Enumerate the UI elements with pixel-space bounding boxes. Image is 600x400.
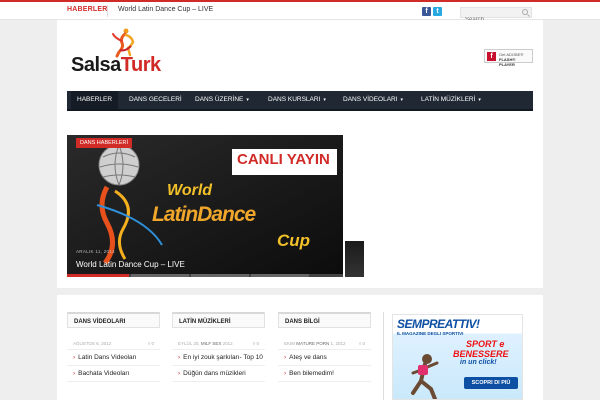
runner-icon: [411, 354, 439, 399]
comment-count[interactable]: ◊ 0: [359, 338, 365, 350]
slider-shadow: [345, 241, 364, 277]
chevron-down-icon: ▾: [323, 97, 326, 103]
post-meta-tag[interactable]: MATURE PORN: [296, 341, 329, 346]
slider-pagination: [67, 274, 343, 277]
post-date-year: 2012: [222, 341, 233, 346]
column-dans-videolari: DANS VİDEOLARI AĞUSTOS 6, 2012 ◊ 0 › Lati…: [67, 312, 160, 382]
main-nav: HABERLER DANS GECELERİ DANS ÜZERİNE ▾ DAN…: [67, 91, 533, 111]
post-meta: AĞUSTOS 6, 2012 ◊ 0: [67, 338, 160, 350]
wldc-logo-word-cup: Cup: [277, 231, 311, 250]
nav-item-latin-muzikleri[interactable]: LATİN MÜZİKLERİ ▾: [415, 91, 487, 109]
sidebar-advertisement[interactable]: SEMPREATTIV! IL MAGAZINE DEGLI SPORTIVI …: [392, 314, 523, 400]
list-item[interactable]: › Latin Dans Videoları: [67, 350, 160, 366]
nav-item-dans-videolari[interactable]: DANS VİDEOLARI ▾: [337, 91, 409, 109]
ad-cta-button[interactable]: SCOPRI DI PIÙ: [464, 377, 518, 389]
ad-brand: SEMPREATTIV!: [397, 317, 480, 331]
list-item[interactable]: › Bachata Videoları: [67, 366, 160, 382]
arrow-right-icon: ›: [73, 354, 76, 361]
top-bar: HABERLER World Latin Dance Cup – LIVE f …: [0, 0, 600, 25]
nav-item-dans-geceleri[interactable]: DANS GECELERİ: [123, 91, 188, 109]
search-icon[interactable]: [522, 9, 528, 15]
wldc-logo-word-world: World: [167, 182, 213, 199]
live-banner-text: CANLI YAYIN: [237, 151, 330, 168]
logo-word-salsa: Salsa: [71, 54, 121, 76]
list-item[interactable]: › En iyi zouk şarkıları- Top 10: [172, 350, 265, 366]
arrow-right-icon: ›: [284, 370, 287, 377]
flash-icon: f: [487, 52, 496, 61]
news-ticker-link[interactable]: World Latin Dance Cup – LIVE: [118, 6, 213, 13]
category-columns-section: DANS VİDEOLARI AĞUSTOS 6, 2012 ◊ 0 › Lati…: [57, 295, 543, 400]
nav-item-dans-uzerine[interactable]: DANS ÜZERİNE ▾: [189, 91, 255, 109]
post-meta: EKIM MATURE PORN 1, 2012 ◊ 0: [278, 338, 371, 350]
search-box: [460, 7, 532, 25]
post-date: EKIM: [284, 341, 296, 346]
post-date: EYLÜL 20,: [178, 341, 200, 346]
chevron-down-icon: ▾: [246, 97, 249, 103]
news-ticker-label: HABERLER: [67, 6, 108, 13]
featured-section: DANS HABERLERİ CANLI YAYIN World LatinDa…: [57, 123, 543, 288]
facebook-icon[interactable]: f: [422, 7, 431, 16]
slider-dot-active[interactable]: [67, 274, 129, 277]
flash-player-badge[interactable]: f Get ADOBE® FLASH® PLAYER: [484, 49, 533, 67]
wldc-logo-word-latindance: LatinDance: [152, 203, 256, 226]
post-meta: EYLÜL 20, MILF SEX 2012 ◊ 0: [172, 338, 265, 350]
nav-item-haberler[interactable]: HABERLER: [71, 91, 119, 109]
twitter-icon[interactable]: t: [433, 7, 442, 16]
nav-item-dans-kurslari[interactable]: DANS KURSLARI ▾: [262, 91, 332, 109]
chevron-down-icon: ▾: [478, 97, 481, 103]
ticker-divider: [107, 5, 108, 17]
ad-line2: BENESSERE: [453, 349, 509, 359]
slider-dot[interactable]: [131, 274, 189, 277]
column-latin-muzikleri: LATİN MÜZİKLERİ EYLÜL 20, MILF SEX 2012 …: [172, 312, 265, 382]
post-meta-tag[interactable]: MILF SEX: [201, 341, 222, 346]
column-heading[interactable]: DANS VİDEOLARI: [67, 312, 160, 328]
slide-title-link[interactable]: World Latin Dance Cup – LIVE: [76, 260, 185, 269]
ad-subtitle: IL MAGAZINE DEGLI SPORTIVI: [397, 331, 464, 336]
slider-dot[interactable]: [251, 274, 309, 277]
post-date-year: 1, 2012: [330, 341, 346, 346]
logo-word-turk: Turk: [120, 54, 161, 76]
arrow-right-icon: ›: [178, 354, 181, 361]
slider-dot[interactable]: [191, 274, 249, 277]
column-heading[interactable]: LATİN MÜZİKLERİ: [172, 312, 265, 328]
category-badge[interactable]: DANS HABERLERİ: [76, 138, 132, 148]
list-item[interactable]: › Ben bilemedim!: [278, 366, 371, 382]
slide-date: ARALIK 11, 2014: [76, 249, 115, 254]
ad-line3: in un click!: [460, 359, 497, 366]
chevron-down-icon: ▾: [400, 97, 404, 103]
comment-count[interactable]: ◊ 0: [148, 338, 154, 350]
featured-slider[interactable]: DANS HABERLERİ CANLI YAYIN World LatinDa…: [67, 135, 343, 277]
arrow-right-icon: ›: [284, 354, 287, 361]
arrow-right-icon: ›: [73, 370, 76, 377]
list-item[interactable]: › Düğün dans müzikleri: [172, 366, 265, 382]
sidebar-divider: [383, 312, 384, 400]
ad-line1: SPORT e: [466, 339, 505, 349]
column-dans-bilgi: DANS BİLGİ EKIM MATURE PORN 1, 2012 ◊ 0 …: [278, 312, 371, 382]
list-item[interactable]: › Ateş ve dans: [278, 350, 371, 366]
comment-count[interactable]: ◊ 0: [253, 338, 259, 350]
column-heading[interactable]: DANS BİLGİ: [278, 312, 371, 328]
post-date: AĞUSTOS 6, 2012: [73, 341, 112, 346]
site-logo[interactable]: SalsaTurk: [71, 28, 171, 80]
flash-badge-line2: FLASH® PLAYER: [499, 57, 516, 67]
arrow-right-icon: ›: [178, 370, 181, 377]
